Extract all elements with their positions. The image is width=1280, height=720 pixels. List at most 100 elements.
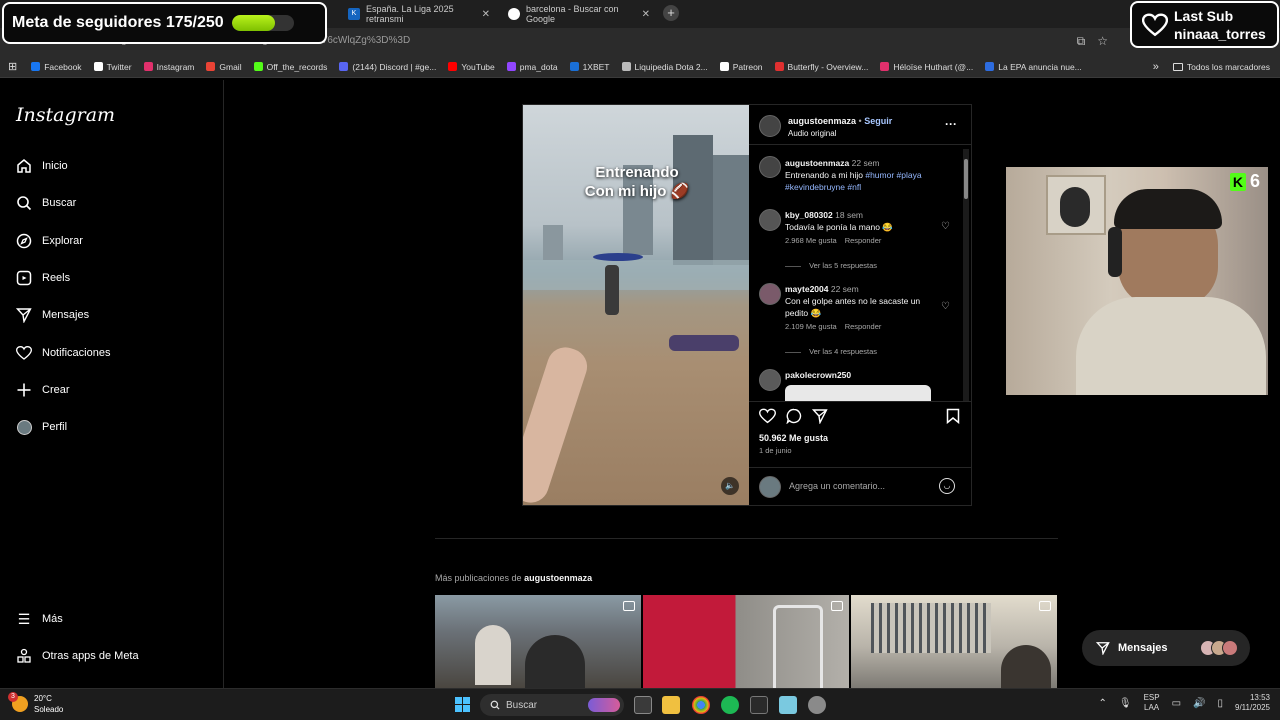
commenter-avatar[interactable] [759,369,781,391]
bookmark-item[interactable]: 1XBET [569,62,610,72]
bookmark-favicon-icon [206,62,216,71]
all-bookmarks-folder[interactable]: Todos los marcadores [1172,62,1270,72]
chrome-icon[interactable] [692,696,710,714]
reel-video[interactable]: Entrenando Con mi hijo 🏈 🔈 [523,105,749,505]
emoji-icon[interactable]: ◡ [939,478,955,494]
hashtag-link[interactable]: #nfl [847,182,861,192]
sidebar-item-explorar[interactable]: Explorar [16,233,83,249]
view-replies[interactable]: Ver las 5 respuestas [785,261,877,270]
bookmark-item[interactable]: (2144) Discord | #ge... [339,62,436,72]
new-tab-button[interactable]: + [663,5,679,21]
microphone-icon[interactable]: 🎙 [1119,698,1132,709]
bookmark-item[interactable]: Gmail [206,62,242,72]
send-icon [1096,642,1110,655]
author-avatar[interactable] [759,115,781,137]
sidebar-item-mensajes[interactable]: Mensajes [16,307,89,323]
comment-likes[interactable]: 2.109 Me gusta [785,321,837,333]
file-explorer-icon[interactable] [662,696,680,714]
comment-input[interactable]: Agrega un comentario... [789,481,885,491]
scrollbar-thumb[interactable] [964,159,968,199]
bookmark-item[interactable]: Off_the_records [253,62,327,72]
hashtag-link[interactable]: #kevindebruyne [785,182,845,192]
chevron-right-icon[interactable]: » [1153,61,1159,73]
sidebar-item-buscar[interactable]: Buscar [16,195,76,211]
bookmark-item[interactable]: YouTube [448,62,495,72]
tab-google[interactable]: barcelona - Buscar con Google ✕ [500,3,658,25]
follow-button[interactable]: Seguir [864,116,892,126]
author-avatar[interactable] [759,156,781,178]
audio-label[interactable]: Audio original [788,129,836,138]
chevron-up-icon[interactable]: ⌃ [1098,698,1106,709]
bookmark-item[interactable]: Instagram [143,62,194,72]
comment-icon[interactable] [786,408,802,429]
language-indicator[interactable]: ESP LAA [1144,693,1160,713]
view-replies[interactable]: Ver las 4 respuestas [785,347,877,356]
sidebar-item-crear[interactable]: Crear [16,382,70,398]
author-username[interactable]: augustoenmaza [788,116,856,126]
spotify-icon[interactable] [721,696,739,714]
save-icon[interactable] [946,408,960,429]
bookmark-item[interactable]: Liquipedia Dota 2... [621,62,708,72]
obs-icon[interactable] [750,696,768,714]
post-thumbnail[interactable] [435,595,641,688]
comment-like-icon[interactable]: ♡ [941,301,950,312]
network-icon[interactable]: ▭ [1172,698,1181,709]
bookmark-item[interactable]: Patreon [719,62,763,72]
apps-grid-icon[interactable]: ⊞ [8,60,17,73]
poster-shape [1046,175,1106,235]
sidebar-item-label: Otras apps de Meta [42,650,139,662]
sidebar-item-reels[interactable]: Reels [16,270,70,286]
post-thumbnail[interactable] [851,595,1057,688]
reel-icon [1039,601,1051,611]
share-icon[interactable] [811,408,828,429]
notepad-icon[interactable] [779,696,797,714]
bookmark-item[interactable]: pma_dota [506,62,558,72]
reply-button[interactable]: Responder [845,235,882,247]
reply-button[interactable]: Responder [845,321,882,333]
comment-like-icon[interactable]: ♡ [941,221,950,232]
more-posts-user[interactable]: augustoenmaza [524,573,592,583]
commenter-avatar[interactable] [759,209,781,231]
commenter-avatar[interactable] [759,283,781,305]
comment-likes[interactable]: 2.968 Me gusta [785,235,837,247]
clock[interactable]: 13:53 9/11/2025 [1235,693,1270,713]
comment-username[interactable]: pakolecrown250 [785,370,851,380]
comment-username[interactable]: kby_080302 [785,210,833,220]
battery-icon[interactable]: ▯ [1217,698,1223,709]
close-icon[interactable]: ✕ [642,9,650,20]
like-icon[interactable] [758,408,777,429]
volume-icon[interactable]: 🔊 [1193,698,1205,709]
hair-shape [1114,189,1222,229]
bookmark-item[interactable]: Twitter [93,62,132,72]
instagram-logo[interactable]: Instagram [16,104,115,126]
messages-pill[interactable]: Mensajes [1082,630,1250,666]
hashtag-link[interactable]: #humor [865,170,894,180]
settings-icon[interactable] [808,696,826,714]
close-icon[interactable]: ✕ [482,9,490,20]
weather-widget[interactable]: 3 20°C Soleado [8,692,63,715]
sidebar-item-perfil[interactable]: Perfil [16,419,67,435]
bookmark-star-icon[interactable]: ☆ [1097,34,1108,49]
mute-icon[interactable]: 🔈 [721,477,739,495]
windows-start-icon[interactable] [455,697,470,712]
install-app-icon[interactable]: ⧉ [1077,34,1086,49]
bookmark-item[interactable]: Héloïse Huthart (@... [880,62,973,72]
task-view-icon[interactable] [634,696,652,714]
taskbar-search[interactable]: Buscar [480,694,624,716]
sidebar-item-inicio[interactable]: Inicio [16,158,68,174]
sidebar-item-meta-apps[interactable]: Otras apps de Meta [16,648,139,664]
sidebar-item-mas[interactable]: ☰ Más [16,611,63,627]
message-avatar [1222,640,1238,656]
post-thumbnail[interactable] [643,595,849,688]
more-options-icon[interactable]: ··· [945,117,957,131]
bookmark-item[interactable]: Butterfly - Overview... [774,62,868,72]
bookmark-item[interactable]: Facebook [31,62,82,72]
sidebar-item-notificaciones[interactable]: Notificaciones [16,345,110,361]
comments-scrollbar[interactable] [963,149,969,401]
tab-laliga[interactable]: K España. La Liga 2025 retransmi ✕ [340,3,498,25]
bookmark-item[interactable]: La EPA anuncia nue... [985,62,1082,72]
likes-count[interactable]: 50.962 Me gusta [759,433,828,443]
hashtag-link[interactable]: #playa [897,170,922,180]
comment-username[interactable]: mayte2004 [785,284,828,294]
caption-username[interactable]: augustoenmaza [785,158,849,168]
